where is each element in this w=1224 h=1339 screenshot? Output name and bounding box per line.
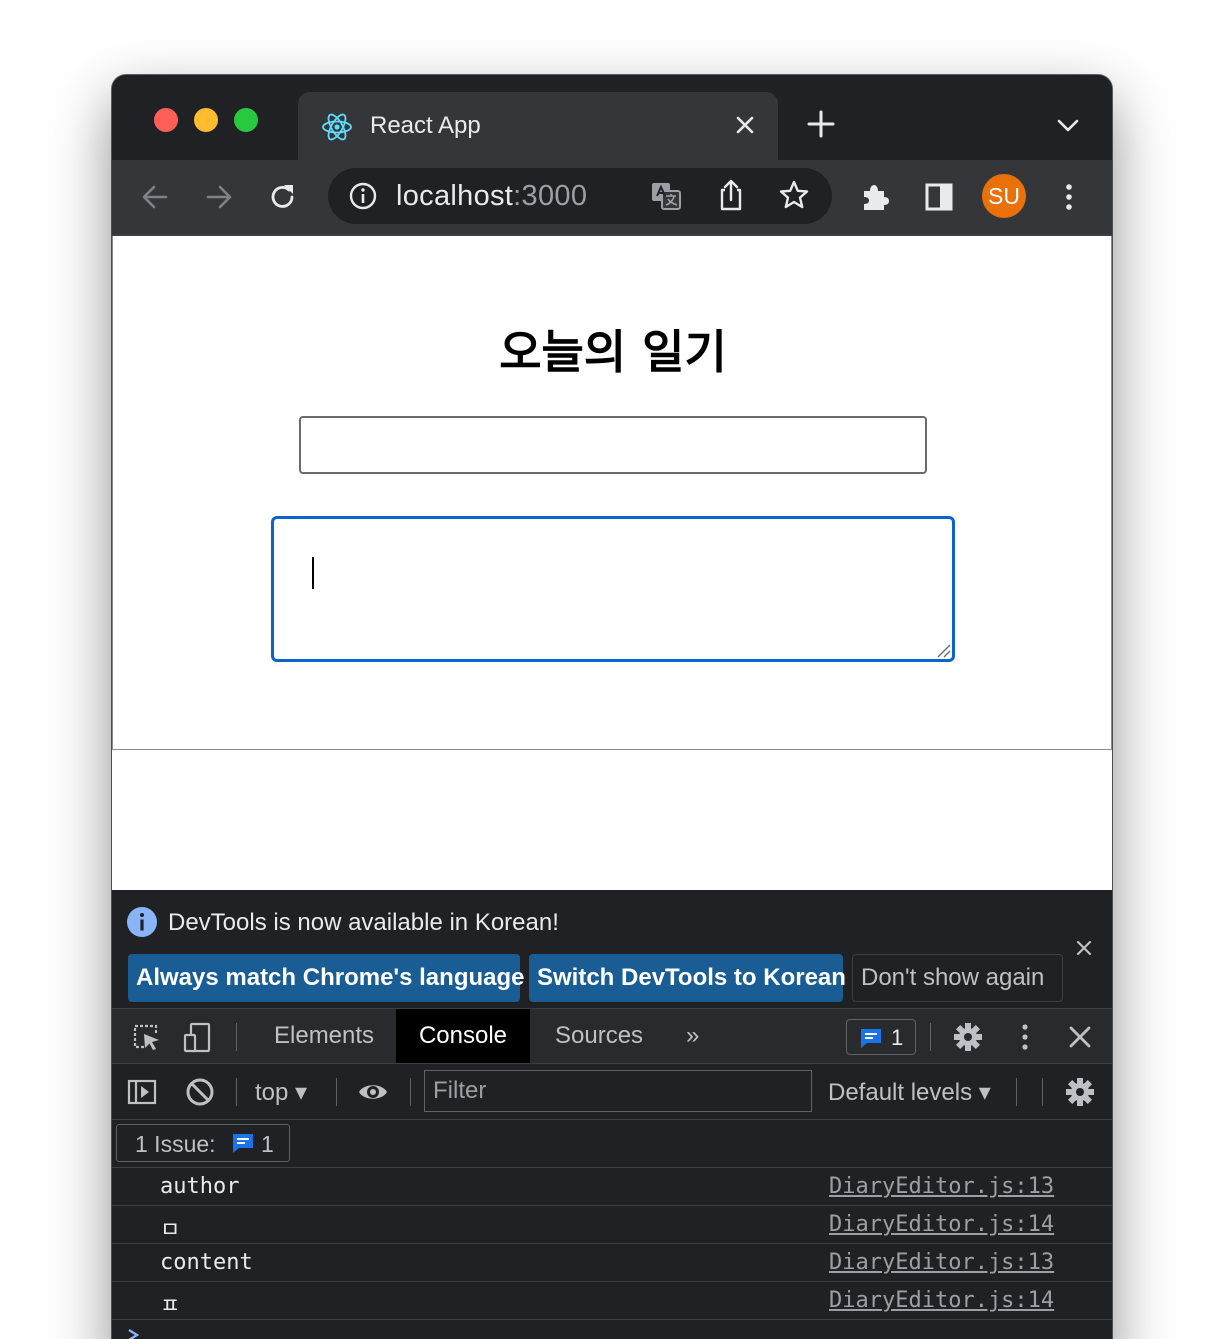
issues-label: 1 Issue: (135, 1131, 216, 1157)
log-source-link[interactable]: DiaryEditor.js:13 (829, 1250, 1054, 1275)
more-tabs-button[interactable]: » (664, 1009, 721, 1063)
browser-toolbar: localhost:3000 SU (112, 160, 1112, 234)
live-expression-eye-icon[interactable] (357, 1076, 389, 1108)
info-icon[interactable] (348, 181, 378, 211)
reload-icon[interactable] (266, 180, 300, 214)
author-input[interactable] (299, 416, 927, 474)
clear-console-icon[interactable] (184, 1076, 216, 1108)
side-panel-icon[interactable] (922, 180, 956, 214)
log-levels-dropdown[interactable]: Default levels ▾ (828, 1078, 991, 1107)
console-filter-input[interactable] (424, 1070, 812, 1112)
message-icon (233, 1134, 253, 1153)
issues-count: 1 (261, 1131, 274, 1157)
bookmark-star-icon[interactable] (778, 179, 810, 211)
log-levels-label: Default levels (828, 1079, 973, 1106)
log-message: author (160, 1174, 240, 1199)
react-logo-icon (322, 113, 352, 141)
url-text: localhost:3000 (396, 180, 587, 213)
console-log-row: author DiaryEditor.js:13 (112, 1168, 1112, 1206)
devtools-tab-bar: Elements Console Sources » 1 (112, 1008, 1112, 1064)
console-log-row: ㅁ DiaryEditor.js:14 (112, 1206, 1112, 1244)
close-devtools-icon[interactable] (1064, 1021, 1096, 1053)
separator (1042, 1078, 1043, 1106)
text-caret (312, 557, 314, 589)
tab-strip: React App (112, 75, 1112, 160)
browser-window: React App localhost:3000 SU 오늘의 일기 DevTo… (112, 75, 1112, 1339)
issues-link[interactable]: 1 Issue: 1 (116, 1124, 290, 1162)
profile-avatar[interactable]: SU (982, 174, 1026, 218)
back-arrow-icon[interactable] (138, 180, 172, 214)
log-source-link[interactable]: DiaryEditor.js:13 (829, 1174, 1054, 1199)
extensions-puzzle-icon[interactable] (858, 180, 892, 214)
address-bar[interactable]: localhost:3000 (328, 168, 832, 224)
new-tab-icon[interactable] (806, 109, 836, 139)
tab-console[interactable]: Console (396, 1009, 530, 1063)
separator (930, 1023, 931, 1051)
page-title: 오늘의 일기 (499, 325, 727, 379)
devtools-panel: DevTools is now available in Korean! Alw… (112, 890, 1112, 1339)
always-match-language-button[interactable]: Always match Chrome's language (128, 954, 525, 1002)
info-icon (127, 907, 157, 937)
log-source-link[interactable]: DiaryEditor.js:14 (829, 1212, 1054, 1237)
diary-editor: 오늘의 일기 (112, 236, 1112, 750)
close-window-button[interactable] (154, 108, 178, 132)
close-tab-icon[interactable] (730, 110, 760, 140)
devtools-menu-icon[interactable] (1009, 1021, 1041, 1053)
console-settings-gear-icon[interactable] (1064, 1076, 1096, 1108)
resize-grip-icon[interactable] (935, 642, 951, 658)
chevron-down-icon[interactable] (1054, 113, 1082, 137)
url-host: localhost (396, 180, 514, 212)
separator (410, 1078, 411, 1106)
console-log-row: content DiaryEditor.js:13 (112, 1244, 1112, 1282)
close-icon[interactable] (1074, 938, 1094, 958)
share-icon[interactable] (716, 178, 746, 212)
more-menu-icon[interactable] (1052, 180, 1086, 214)
context-label: top (255, 1079, 289, 1106)
content-textarea[interactable] (271, 516, 955, 662)
maximize-window-button[interactable] (234, 108, 258, 132)
message-icon (861, 1029, 881, 1048)
console-log-row: ㅍ DiaryEditor.js:14 (112, 1282, 1112, 1320)
page-viewport: 오늘의 일기 (112, 234, 1112, 890)
tab-sources[interactable]: Sources (533, 1009, 665, 1063)
issues-badge-count: 1 (891, 1025, 904, 1050)
minimize-window-button[interactable] (194, 108, 218, 132)
tab-title: React App (370, 112, 481, 139)
dont-show-again-button[interactable]: Don't show again (852, 954, 1063, 1002)
settings-gear-icon[interactable] (952, 1021, 984, 1053)
url-port: :3000 (513, 180, 588, 212)
separator (1016, 1078, 1017, 1106)
context-selector[interactable]: top ▾ (255, 1078, 307, 1107)
separator (236, 1023, 237, 1051)
forward-arrow-icon[interactable] (202, 180, 236, 214)
console-prompt-icon[interactable] (126, 1328, 144, 1339)
tab-react-app[interactable]: React App (298, 92, 778, 160)
log-message: content (160, 1250, 253, 1275)
separator (336, 1078, 337, 1106)
log-message: ㅁ (160, 1218, 181, 1243)
separator (236, 1078, 237, 1106)
inspect-element-icon[interactable] (130, 1021, 162, 1053)
infobar-message: DevTools is now available in Korean! (168, 909, 559, 936)
switch-to-korean-button[interactable]: Switch DevTools to Korean (529, 954, 846, 1002)
issues-badge[interactable]: 1 (846, 1019, 916, 1055)
device-toolbar-icon[interactable] (182, 1021, 214, 1053)
log-message: ㅍ (160, 1294, 181, 1319)
issues-row: 1 Issue: 1 (112, 1120, 1112, 1168)
log-source-link[interactable]: DiaryEditor.js:14 (829, 1288, 1054, 1313)
tab-elements[interactable]: Elements (252, 1009, 396, 1063)
sidebar-toggle-icon[interactable] (126, 1076, 158, 1108)
console-toolbar: top ▾ Default levels ▾ (112, 1064, 1112, 1120)
translate-icon[interactable] (650, 180, 682, 212)
